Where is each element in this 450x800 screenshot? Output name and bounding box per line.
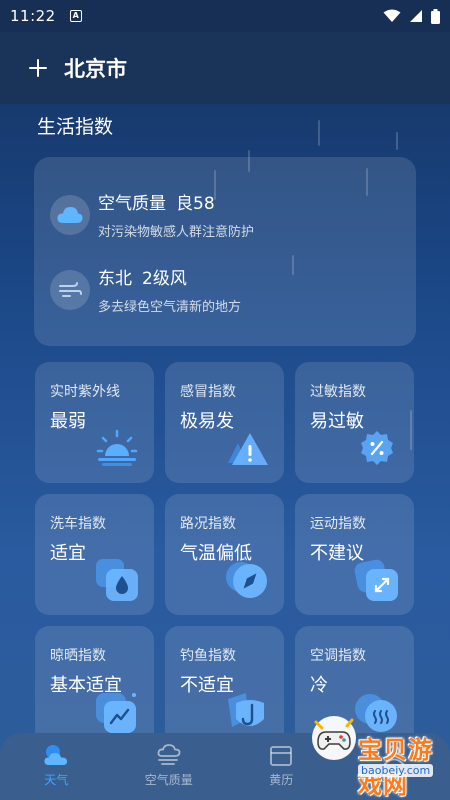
index-title: 洗车指数 (50, 516, 106, 532)
air-quality-summary[interactable]: 空气质量 良58 对污染物敏感人群注意防护 (50, 189, 254, 240)
section-title: 生活指数 (37, 116, 114, 138)
summary-card: 空气质量 良58 对污染物敏感人群注意防护 东北 2级风 多去绿色空气清新的地方 (34, 157, 416, 346)
status-icons (383, 8, 440, 24)
watermark: 宝贝游戏网 baobeiy.com (300, 700, 450, 799)
nav-weather[interactable]: 天气 (0, 733, 113, 800)
index-title: 路况指数 (180, 516, 236, 532)
index-value: 最弱 (50, 411, 86, 432)
air-quality-advice: 对污染物敏感人群注意防护 (98, 225, 255, 240)
index-title: 感冒指数 (180, 384, 236, 400)
car-wash-index-card[interactable]: 洗车指数 适宜 (35, 494, 154, 615)
compass-icon (226, 562, 267, 598)
index-title: 空调指数 (310, 648, 366, 664)
nav-air-quality[interactable]: 空气质量 (113, 733, 226, 800)
watermark-url: baobeiy.com (358, 764, 434, 777)
a-icon: A (69, 10, 82, 22)
plus-icon[interactable] (24, 54, 52, 82)
allergy-index-card[interactable]: 过敏指数 易过敏 (295, 362, 414, 483)
wifi-icon (383, 9, 401, 22)
nav-label: 天气 (44, 773, 69, 787)
index-title: 过敏指数 (310, 384, 366, 400)
nav-label: 黄历 (269, 773, 294, 787)
warning-icon (228, 433, 268, 465)
rain-streak (318, 120, 320, 146)
wind-icon (50, 269, 90, 310)
index-value: 适宜 (50, 543, 86, 564)
status-time: 11:22 (10, 7, 56, 25)
cold-index-card[interactable]: 感冒指数 极易发 (165, 362, 284, 483)
expand-arrows-icon (354, 559, 398, 601)
drying-index-card[interactable]: 晾晒指数 基本适宜 (35, 626, 154, 747)
water-drop-icon (96, 559, 138, 601)
status-bar: 11:22 A (0, 0, 450, 32)
road-index-card[interactable]: 路况指数 气温偏低 (165, 494, 284, 615)
index-title: 晾晒指数 (50, 648, 106, 664)
air-quality-label: 空气质量 (98, 194, 166, 214)
air-quality-icon (157, 744, 181, 765)
index-value: 冷 (310, 675, 328, 696)
cloud-icon (50, 194, 90, 235)
weather-icon (44, 745, 68, 765)
wind-level: 2级风 (142, 269, 187, 289)
signal-icon (410, 10, 422, 22)
fishing-index-card[interactable]: 钓鱼指数 不适宜 (165, 626, 284, 747)
gamepad-logo-icon (312, 716, 356, 760)
allergy-badge-icon (361, 431, 393, 465)
city-name[interactable]: 北京市 (64, 53, 127, 83)
app-header: 北京市 (0, 32, 450, 104)
wind-advice: 多去绿色空气清新的地方 (98, 300, 242, 315)
wind-summary[interactable]: 东北 2级风 多去绿色空气清新的地方 (50, 264, 241, 315)
calendar-icon (270, 746, 293, 766)
sun-icon (96, 429, 138, 466)
index-title: 实时紫外线 (50, 384, 120, 400)
index-title: 运动指数 (310, 516, 366, 532)
sport-index-card[interactable]: 运动指数 不建议 (295, 494, 414, 615)
index-title: 钓鱼指数 (180, 648, 236, 664)
battery-icon (431, 8, 440, 24)
rain-streak (396, 132, 398, 150)
uv-index-card[interactable]: 实时紫外线 最弱 (35, 362, 154, 483)
wind-direction: 东北 (98, 269, 132, 289)
fishing-hook-icon (228, 693, 264, 727)
nav-label: 空气质量 (144, 773, 193, 787)
weather-app-screen: 11:22 A 北京市 生活指数 空气质量 良58 对污染物敏感人群注意防护 东… (0, 0, 450, 800)
trend-chart-icon (96, 693, 136, 733)
air-quality-value: 良58 (176, 194, 215, 214)
